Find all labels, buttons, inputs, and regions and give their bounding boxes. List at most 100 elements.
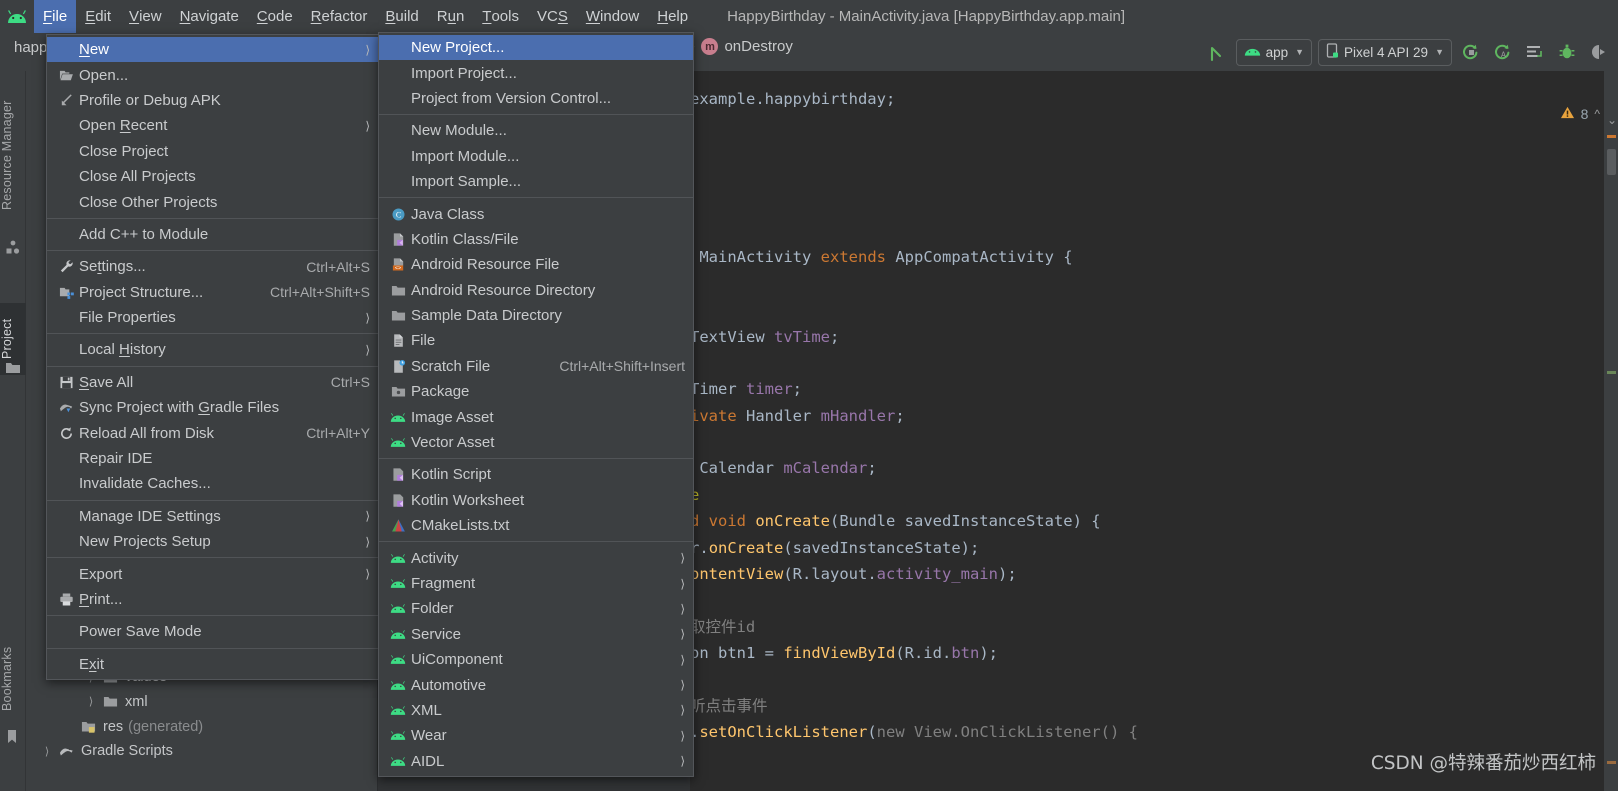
menu-item-manage-ide-settings[interactable]: Manage IDE Settings ⟩ [47,504,378,529]
menubar-item-code[interactable]: Code [248,0,302,33]
chevron-right-icon[interactable]: ⟩ [38,745,56,758]
menubar-item-build[interactable]: Build [376,0,427,33]
breadcrumb[interactable]: ⟩ m onDestroy [690,38,793,55]
menu-item-kotlin-worksheet[interactable]: Kotlin Worksheet [379,488,693,513]
menu-item-label: Invalidate Caches... [79,475,211,493]
menu-item-open-recent[interactable]: Open Recent ⟩ [47,113,378,138]
menubar-item-refactor[interactable]: Refactor [302,0,377,33]
sidebar-tab-bookmarks[interactable]: Bookmarks [0,631,26,727]
menu-item-add-c-to-module[interactable]: Add C++ to Module [47,222,378,247]
profile-icon[interactable] [1586,39,1612,65]
svg-text:C: C [395,210,400,219]
package-icon [385,384,411,399]
menubar-item-vcs[interactable]: VC S [528,0,577,33]
menu-separator [379,541,693,543]
menu-item-sync-project-with-gradle-files[interactable]: Sync Project with Gradle Files [47,395,378,420]
menu-item-new[interactable]: New ⟩ [47,37,378,63]
menu-item-power-save-mode[interactable]: Power Save Mode [47,619,378,644]
menu-item-import-module[interactable]: Import Module... [379,144,693,169]
menu-item-project-from-version-control[interactable]: Project from Version Control... [379,86,693,111]
menu-item-close-all-projects[interactable]: Close All Projects [47,164,378,189]
menu-item-activity[interactable]: Activity ⟩ [379,545,693,570]
menu-item-file[interactable]: File [379,328,693,353]
menu-item-folder[interactable]: Folder ⟩ [379,596,693,621]
menubar-item-view[interactable]: View [120,0,171,33]
menu-item-kotlin-script[interactable]: Kotlin Script [379,462,693,487]
menubar-item-tools[interactable]: Tools [473,0,528,33]
file-menu-popup[interactable]: New ⟩ Open... Profile or Debug APK Open Rece… [46,34,379,680]
menu-item-kotlin-class-file[interactable]: Kotlin Class/File [379,227,693,252]
back-arrow-icon[interactable] [1204,39,1230,65]
module-selector[interactable]: app ▼ [1235,38,1313,66]
menubar-item-run[interactable]: Run [428,0,474,33]
menu-item-profile-or-debug-apk[interactable]: Profile or Debug APK [47,88,378,113]
menu-item-open[interactable]: Open... [47,62,378,87]
sidebar-tab-resource-manager[interactable]: Resource Manager [0,75,26,235]
menu-item-uicomponent[interactable]: UiComponent ⟩ [379,647,693,672]
chevron-right-icon[interactable]: ⟩ [82,695,100,708]
menu-item-package[interactable]: Package [379,379,693,404]
menu-item-exit[interactable]: Exit [47,652,378,677]
menu-item-automotive[interactable]: Automotive ⟩ [379,672,693,697]
menu-item-image-asset[interactable]: Image Asset [379,404,693,429]
menu-item-invalidate-caches[interactable]: Invalidate Caches... [47,471,378,496]
menu-item-service[interactable]: Service ⟩ [379,622,693,647]
menu-item-vector-asset[interactable]: Vector Asset [379,430,693,455]
menu-bar[interactable]: File Edit View Navigate Code Refactor Build Ru n… [34,0,697,33]
menu-item-label: UiComponent [411,651,503,669]
tree-node[interactable]: res (generated) [60,714,203,739]
menubar-item-edit[interactable]: Edit [76,0,120,33]
tree-node[interactable]: ⟩ Gradle Scripts [38,739,173,764]
menu-item-label: File Properties [79,309,176,327]
menubar-item-file[interactable]: File [34,0,77,33]
sidebar-tab-variants[interactable]: Variants [0,777,26,791]
menu-item-new-projects-setup[interactable]: New Projects Setup ⟩ [47,529,378,554]
menu-item-import-sample[interactable]: Import Sample... [379,169,693,194]
apply-changes-icon[interactable] [1522,39,1548,65]
menu-item-file-properties[interactable]: File Properties ⟩ [47,305,378,330]
menu-item-java-class[interactable]: C Java Class [379,201,693,226]
android-logo [0,9,34,24]
menu-item-close-other-projects[interactable]: Close Other Projects [47,189,378,214]
menu-item-cmakelists-txt[interactable]: CMakeLists.txt [379,513,693,538]
debug-icon[interactable] [1554,39,1580,65]
code-editor[interactable]: example.happybirthday; MainActivity exte… [690,86,1550,746]
chevron-up-icon[interactable]: ^ [1594,107,1600,121]
left-tool-strip[interactable]: Resource Manager Project Bookmarks Varia… [0,71,26,791]
menu-item-wear[interactable]: Wear ⟩ [379,723,693,748]
run-icon[interactable] [1458,39,1484,65]
run-with-coverage-icon[interactable]: A [1490,39,1516,65]
menu-item-export[interactable]: Export ⟩ [47,561,378,586]
menu-item-scratch-file[interactable]: Scratch File Ctrl+Alt+Shift+Insert [379,354,693,379]
menu-item-fragment[interactable]: Fragment ⟩ [379,571,693,596]
new-submenu-popup[interactable]: New Project... Import Project... Project f… [378,32,694,777]
menu-item-new-module[interactable]: New Module... [379,118,693,143]
menu-item-android-resource-file[interactable]: <> Android Resource File [379,252,693,277]
tree-node[interactable]: ⟩ xml [82,689,148,714]
menubar-item-navigate[interactable]: Navigate [171,0,248,33]
menu-item-project-structure[interactable]: Project Structure... Ctrl+Alt+Shift+S [47,280,378,305]
menu-item-reload-all-from-disk[interactable]: Reload All from Disk Ctrl+Alt+Y [47,420,378,445]
chevron-down-icon[interactable]: ⌄ [1607,113,1617,127]
menu-item-sample-data-directory[interactable]: Sample Data Directory [379,303,693,328]
menu-item-import-project[interactable]: Import Project... [379,60,693,85]
menubar-item-help[interactable]: Help [648,0,697,33]
menu-item-aidl[interactable]: AIDL ⟩ [379,749,693,774]
inspection-widget[interactable]: 8 ^ [1560,105,1600,123]
scrollbar-thumb[interactable] [1607,149,1616,175]
menu-item-print[interactable]: Print... [47,587,378,612]
menubar-item-window[interactable]: Window [577,0,648,33]
menu-item-repair-ide[interactable]: Repair IDE [47,446,378,471]
menu-item-close-project[interactable]: Close Project [47,139,378,164]
editor-scrollbar[interactable]: ⌄ [1604,71,1618,791]
run-toolbar[interactable]: app ▼ Pixel 4 API 29 ▼ A [1204,33,1612,71]
menu-item-save-all[interactable]: Save All Ctrl+S [47,370,378,395]
chevron-right-icon: ⟩ [365,118,370,133]
menu-item-new-project[interactable]: New Project... [379,35,693,61]
menu-item-xml[interactable]: XML ⟩ [379,698,693,723]
menu-item-android-resource-directory[interactable]: Android Resource Directory [379,278,693,303]
menu-item-settings[interactable]: Settings... Ctrl+Alt+S [47,254,378,279]
device-selector[interactable]: Pixel 4 API 29 ▼ [1318,38,1452,66]
menu-item-local-history[interactable]: Local History ⟩ [47,337,378,362]
